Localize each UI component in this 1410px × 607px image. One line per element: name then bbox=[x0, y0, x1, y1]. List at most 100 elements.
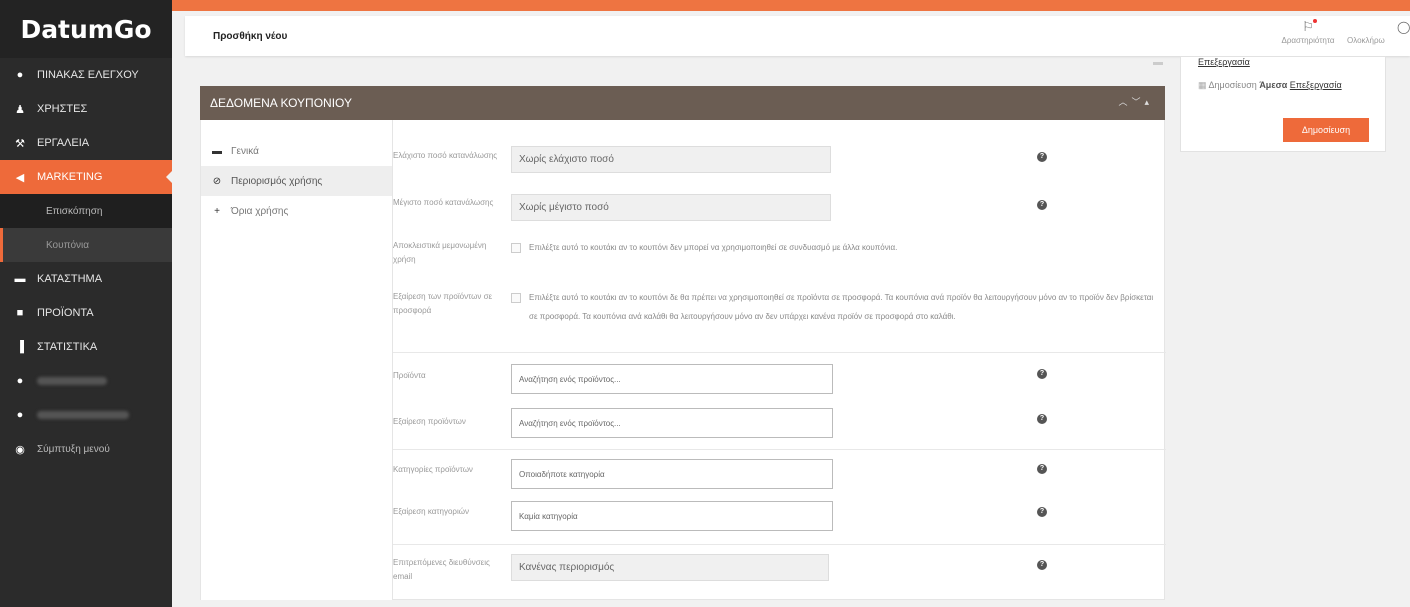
bar-chart-icon: ▐ bbox=[16, 341, 24, 353]
top-accent-bar bbox=[172, 0, 1410, 11]
help-icon[interactable]: ? bbox=[1037, 464, 1047, 474]
ban-icon: ⊘ bbox=[212, 175, 222, 187]
scroll-handle[interactable] bbox=[1153, 62, 1163, 65]
exclude-products-search-input[interactable]: Αναζήτηση ενός προϊόντος... bbox=[511, 408, 833, 438]
exclude-products-label: Εξαίρεση προϊόντων bbox=[393, 417, 466, 426]
sidebar-item-store[interactable]: ▬ ΚΑΤΑΣΤΗΜΑ bbox=[0, 262, 172, 296]
help-icon[interactable]: ? bbox=[1037, 507, 1047, 517]
allowed-emails-input[interactable]: Κανένας περιορισμός bbox=[511, 554, 829, 581]
coupon-data-title: ΔΕΔΟΜΕΝΑ ΚΟΥΠΟΝΙΟΥ bbox=[210, 96, 352, 110]
max-spend-label: Μέγιστο ποσό κατανάλωσης bbox=[393, 198, 494, 207]
collapse-icon: ◉ bbox=[15, 443, 25, 456]
sidebar-item-label: ΣΤΑΤΙΣΤΙΚΑ bbox=[37, 341, 98, 353]
publish-panel: Επεξεργασία ▦ Δημοσίευση Άμεσα Επεξεργασ… bbox=[1180, 56, 1386, 152]
sidebar-item-statistics[interactable]: ▐ ΣΤΑΤΙΣΤΙΚΑ bbox=[0, 330, 172, 364]
brand-logo[interactable]: DatumGo bbox=[0, 0, 172, 58]
help-icon[interactable]: ? bbox=[1037, 560, 1047, 570]
tab-label: Όρια χρήσης bbox=[231, 205, 289, 217]
min-spend-input[interactable]: Χωρίς ελάχιστο ποσό bbox=[511, 146, 831, 173]
dashboard-icon: ● bbox=[16, 69, 24, 81]
divider bbox=[393, 544, 1166, 545]
blurred-label bbox=[37, 377, 107, 385]
topbar: Προσθήκη νέου ⚐ Δραστηριότητα ◯ Ολοκλήρω bbox=[185, 16, 1410, 56]
exclude-sale-description: Επιλέξτε αυτό το κουτάκι αν το κουπόνι δ… bbox=[529, 293, 1154, 321]
ticket-icon: ▬ bbox=[212, 145, 222, 157]
sidebar-item-products[interactable]: ■ ΠΡΟΪΟΝΤΑ bbox=[0, 296, 172, 330]
divider bbox=[393, 352, 1166, 353]
complete-button[interactable]: ◯ Ολοκλήρω bbox=[1347, 18, 1410, 45]
triangle-up-icon[interactable]: ▴ bbox=[1144, 97, 1153, 107]
megaphone-icon: ◀ bbox=[15, 171, 25, 184]
coupon-tabs: ▬ Γενικά ⊘ Περιορισμός χρήσης + Όρια χρή… bbox=[201, 120, 393, 600]
individual-use-label: Αποκλειστικά μεμονωμένη χρήση bbox=[393, 241, 487, 264]
publish-schedule: ▦ Δημοσίευση Άμεσα Επεξεργασία bbox=[1198, 80, 1342, 91]
edit-link[interactable]: Επεξεργασία bbox=[1198, 57, 1250, 67]
sidebar-collapse-menu[interactable]: ◉ Σύμπτυξη μενού bbox=[0, 432, 172, 466]
exclude-categories-select[interactable]: Καμία κατηγορία bbox=[511, 501, 833, 531]
publish-prefix: Δημοσίευση bbox=[1208, 80, 1257, 90]
products-label: Προϊόντα bbox=[393, 371, 426, 380]
tab-usage-restriction[interactable]: ⊘ Περιορισμός χρήσης bbox=[201, 166, 392, 196]
coupon-data-header: ΔΕΔΟΜΕΝΑ ΚΟΥΠΟΝΙΟΥ ︿﹀▴ bbox=[200, 86, 1165, 120]
allowed-emails-label: Επιτρεπόμενες διευθύνσεις email bbox=[393, 558, 490, 581]
exclude-sale-checkbox[interactable] bbox=[511, 293, 521, 303]
sidebar-subitem-overview[interactable]: Επισκόπηση bbox=[0, 194, 172, 228]
chevron-down-icon[interactable]: ﹀ bbox=[1131, 97, 1144, 107]
plus-icon: + bbox=[214, 205, 220, 217]
help-icon[interactable]: ? bbox=[1037, 369, 1047, 379]
exclude-sale-label: Εξαίρεση των προϊόντων σε προσφορά bbox=[393, 292, 493, 315]
store-icon: ▬ bbox=[14, 273, 26, 285]
tab-general[interactable]: ▬ Γενικά bbox=[201, 136, 392, 166]
tab-usage-limits[interactable]: + Όρια χρήσης bbox=[201, 196, 392, 226]
calendar-icon: ▦ bbox=[1198, 80, 1207, 90]
publish-button[interactable]: Δημοσίευση bbox=[1283, 118, 1369, 142]
flag-icon: ⚐ bbox=[1277, 18, 1339, 36]
progress-circle-icon: ◯ bbox=[1397, 20, 1410, 34]
max-spend-input[interactable]: Χωρίς μέγιστο ποσό bbox=[511, 194, 831, 221]
notification-dot bbox=[1313, 19, 1317, 23]
wrench-icon: ⚒ bbox=[15, 137, 25, 150]
activity-label: Δραστηριότητα bbox=[1281, 36, 1335, 45]
sidebar: DatumGo ● ΠΙΝΑΚΑΣ ΕΛΕΓΧΟΥ ♟ ΧΡΗΣΤΕΣ ⚒ ΕΡ… bbox=[0, 0, 173, 607]
chevron-up-icon[interactable]: ︿ bbox=[1118, 97, 1131, 107]
sidebar-item-marketing[interactable]: ◀ MARKETING bbox=[0, 160, 173, 194]
sidebar-item-label: ΧΡΗΣΤΕΣ bbox=[37, 103, 88, 115]
sidebar-subitem-coupons[interactable]: Κουπόνια bbox=[0, 228, 172, 262]
collapse-label: Σύμπτυξη μενού bbox=[37, 443, 110, 455]
divider bbox=[393, 449, 1166, 450]
help-icon[interactable]: ? bbox=[1037, 200, 1047, 210]
sidebar-item-label: ΠΙΝΑΚΑΣ ΕΛΕΓΧΟΥ bbox=[37, 69, 139, 81]
page-title: Προσθήκη νέου bbox=[213, 30, 288, 42]
sidebar-item-label: MARKETING bbox=[37, 171, 103, 183]
user-icon: ♟ bbox=[15, 103, 25, 116]
individual-use-checkbox[interactable] bbox=[511, 243, 521, 253]
sidebar-item-blurred-2[interactable]: ● bbox=[0, 398, 172, 432]
sidebar-item-tools[interactable]: ⚒ ΕΡΓΑΛΕΙΑ bbox=[0, 126, 172, 160]
sidebar-item-users[interactable]: ♟ ΧΡΗΣΤΕΣ bbox=[0, 92, 172, 126]
help-icon[interactable]: ? bbox=[1037, 152, 1047, 162]
complete-label: Ολοκλήρω bbox=[1347, 36, 1385, 45]
circle-icon: ● bbox=[16, 409, 24, 421]
restriction-fields: Ελάχιστο ποσό κατανάλωσης Χωρίς ελάχιστο… bbox=[393, 120, 1166, 600]
box-icon: ■ bbox=[16, 307, 24, 319]
panel-controls: ︿﹀▴ bbox=[1118, 95, 1153, 108]
min-spend-label: Ελάχιστο ποσό κατανάλωσης bbox=[393, 151, 498, 160]
publish-when: Άμεσα bbox=[1259, 80, 1288, 90]
exclude-categories-label: Εξαίρεση κατηγοριών bbox=[393, 507, 469, 516]
sidebar-item-label: ΕΡΓΑΛΕΙΑ bbox=[37, 137, 90, 149]
categories-label: Κατηγορίες προϊόντων bbox=[393, 465, 473, 474]
products-search-input[interactable]: Αναζήτηση ενός προϊόντος... bbox=[511, 364, 833, 394]
circle-icon: ● bbox=[16, 375, 24, 387]
tab-label: Γενικά bbox=[231, 145, 259, 157]
individual-use-description: Επιλέξτε αυτό το κουτάκι αν το κουπόνι δ… bbox=[529, 243, 898, 252]
activity-button[interactable]: ⚐ Δραστηριότητα bbox=[1277, 18, 1339, 45]
sidebar-item-label: ΠΡΟΪΟΝΤΑ bbox=[37, 307, 94, 319]
blurred-label bbox=[37, 411, 129, 419]
sidebar-item-blurred-1[interactable]: ● bbox=[0, 364, 172, 398]
coupon-data-body: ▬ Γενικά ⊘ Περιορισμός χρήσης + Όρια χρή… bbox=[200, 120, 1166, 600]
sidebar-item-dashboard[interactable]: ● ΠΙΝΑΚΑΣ ΕΛΕΓΧΟΥ bbox=[0, 58, 172, 92]
help-icon[interactable]: ? bbox=[1037, 414, 1047, 424]
categories-select[interactable]: Οποιαδήποτε κατηγορία bbox=[511, 459, 833, 489]
tab-label: Περιορισμός χρήσης bbox=[231, 175, 323, 187]
edit-schedule-link[interactable]: Επεξεργασία bbox=[1290, 80, 1342, 90]
